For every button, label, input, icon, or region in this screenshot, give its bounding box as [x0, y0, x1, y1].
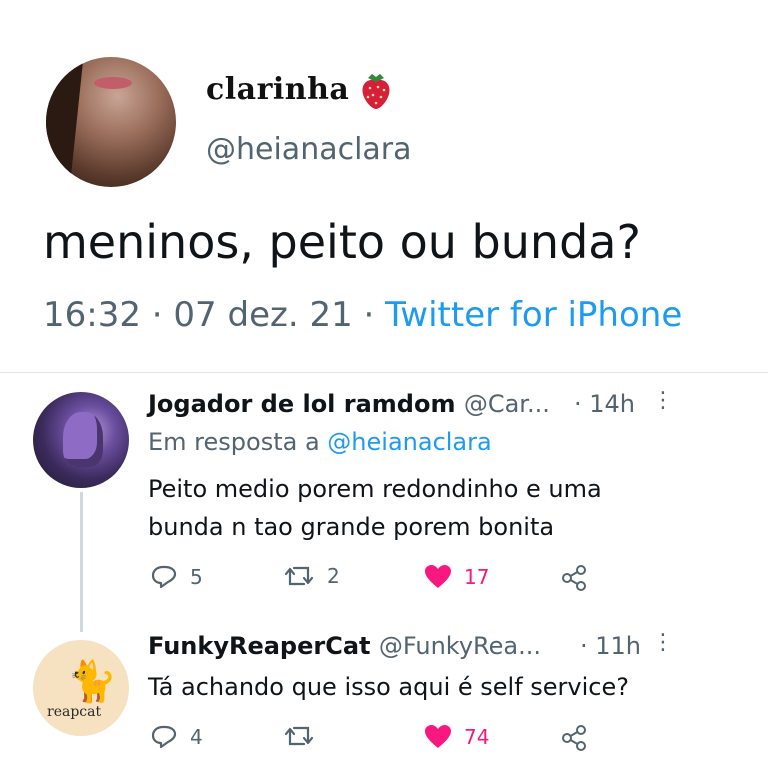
reply-display-name[interactable]: FunkyReaperCat: [148, 632, 371, 660]
reply-icon: [151, 565, 177, 589]
avatar-label: reapcat: [47, 704, 102, 720]
tweet-source-link[interactable]: Twitter for iPhone: [385, 295, 682, 335]
reply-text-line: Tá achando que isso aqui é self service?: [148, 673, 629, 701]
retweet-action[interactable]: [283, 724, 327, 748]
reply-avatar[interactable]: 🐈 reapcat: [33, 640, 129, 736]
reply-time[interactable]: · 14h: [574, 390, 635, 418]
avatar-figure: [63, 412, 103, 467]
author-avatar[interactable]: [46, 57, 176, 187]
divider: [0, 372, 768, 373]
more-icon[interactable]: ⋮: [652, 630, 674, 655]
reply-time[interactable]: · 11h: [580, 632, 641, 660]
reply-to-prefix: Em resposta a: [148, 428, 320, 456]
like-action[interactable]: 17: [424, 564, 489, 590]
retweet-action[interactable]: 2: [283, 564, 340, 588]
reply-icon: [151, 725, 177, 749]
meta-separator: ·: [151, 295, 163, 335]
like-action[interactable]: 74: [424, 724, 489, 750]
tweet-text: meninos, peito ou bunda?: [43, 215, 641, 269]
reply-handle[interactable]: @Car...: [464, 390, 550, 418]
reply-text: Peito medio porem redondinho e uma bunda…: [148, 470, 602, 546]
tweet-time[interactable]: 16:32: [43, 295, 141, 335]
reply-author[interactable]: FunkyReaperCat @FunkyRea...: [148, 632, 541, 660]
author-handle[interactable]: @heianaclara: [206, 132, 412, 167]
reply-to-mention[interactable]: @heianaclara: [327, 428, 491, 456]
tweet-meta: 16:32 · 07 dez. 21 · Twitter for iPhone: [43, 295, 682, 335]
reply-display-name[interactable]: Jogador de lol ramdom: [148, 390, 455, 418]
share-action[interactable]: [560, 724, 588, 752]
avatar-lips: [94, 77, 132, 89]
share-icon: [562, 565, 586, 591]
thread-line: [80, 492, 83, 632]
reply-text-line: Peito medio porem redondinho e uma: [148, 475, 602, 503]
reply-avatar[interactable]: [33, 392, 129, 488]
retweet-icon: [284, 566, 314, 586]
like-count: 74: [464, 725, 490, 749]
reply-count: 5: [190, 565, 203, 589]
strawberry-icon: [362, 74, 390, 109]
avatar-hair: [46, 57, 85, 187]
more-icon[interactable]: ⋮: [652, 388, 674, 413]
meta-separator: ·: [363, 295, 375, 335]
tweet-date[interactable]: 07 dez. 21: [173, 295, 352, 335]
reply-author[interactable]: Jogador de lol ramdom @Car...: [148, 390, 550, 418]
reply-text-line: bunda n tao grande porem bonita: [148, 513, 555, 541]
reply-action[interactable]: 5: [150, 564, 203, 590]
reply-handle[interactable]: @FunkyRea...: [379, 632, 541, 660]
retweet-count: 2: [327, 564, 340, 588]
reply-text: Tá achando que isso aqui é self service?: [148, 668, 629, 706]
author-display-name[interactable]: clarinha: [206, 72, 349, 107]
reply-to-line: Em resposta a @heianaclara: [148, 428, 492, 456]
retweet-icon: [284, 726, 314, 746]
reply-action[interactable]: 4: [150, 724, 203, 750]
share-action[interactable]: [560, 564, 588, 592]
cat-icon: 🐈: [67, 659, 117, 705]
heart-icon: [425, 565, 451, 588]
like-count: 17: [464, 565, 490, 589]
share-icon: [562, 725, 586, 751]
reply-count: 4: [190, 725, 203, 749]
heart-icon: [425, 725, 451, 748]
